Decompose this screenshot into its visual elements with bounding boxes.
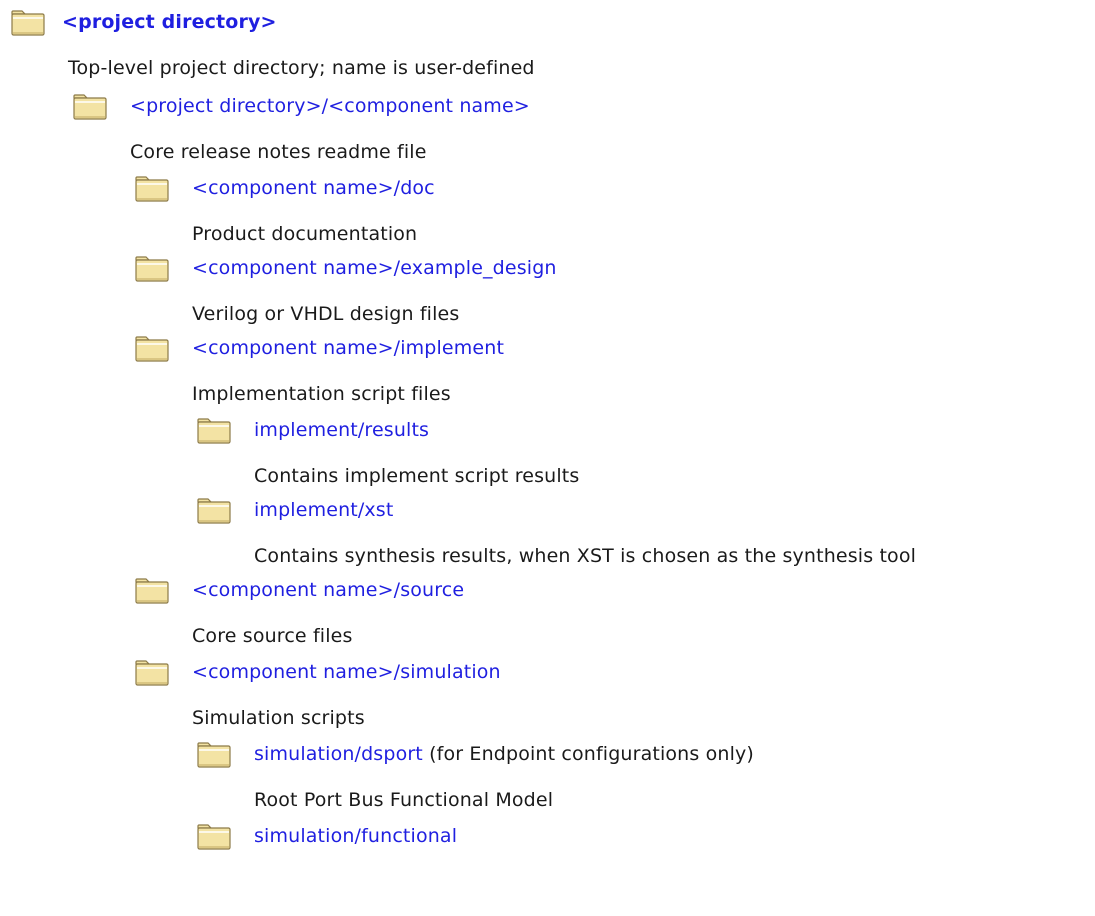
folder-icon: [134, 255, 170, 283]
folder-icon: [196, 823, 232, 851]
node-description: Root Port Bus Functional Model: [254, 789, 554, 811]
node-description: Verilog or VHDL design files: [192, 303, 460, 325]
node-path-link: simulation/dsport: [254, 743, 423, 765]
node-description: Contains implement script results: [254, 465, 580, 487]
node-path: <component name>/example_design: [192, 257, 557, 279]
node-path: implement/xst: [254, 499, 394, 521]
node-path: <project directory>/<component name>: [130, 95, 530, 117]
node-path: <component name>/simulation: [192, 661, 501, 683]
node-path: <component name>/implement: [192, 337, 505, 359]
folder-icon: [10, 9, 46, 37]
node-path: <project directory>: [62, 11, 277, 33]
node-path: simulation/functional: [254, 825, 458, 847]
node-description: Product documentation: [192, 223, 418, 245]
node-description: Core source files: [192, 625, 353, 647]
folder-icon: [134, 577, 170, 605]
node-path: <component name>/source: [192, 579, 465, 601]
folder-icon: [196, 741, 232, 769]
node-description: Implementation script files: [192, 383, 451, 405]
folder-icon: [196, 417, 232, 445]
node-description: Top-level project directory; name is use…: [68, 57, 535, 79]
node-path: <component name>/doc: [192, 177, 435, 199]
node-description: Simulation scripts: [192, 707, 365, 729]
folder-icon: [196, 497, 232, 525]
folder-icon: [134, 175, 170, 203]
folder-icon: [134, 335, 170, 363]
node-path-note: (for Endpoint configurations only): [422, 743, 754, 765]
node-description: Core release notes readme file: [130, 141, 427, 163]
folder-icon: [134, 659, 170, 687]
node-path: simulation/dsport (for Endpoint configur…: [254, 740, 754, 768]
folder-icon: [72, 93, 108, 121]
node-path: implement/results: [254, 419, 430, 441]
node-description: Contains synthesis results, when XST is …: [254, 545, 917, 567]
